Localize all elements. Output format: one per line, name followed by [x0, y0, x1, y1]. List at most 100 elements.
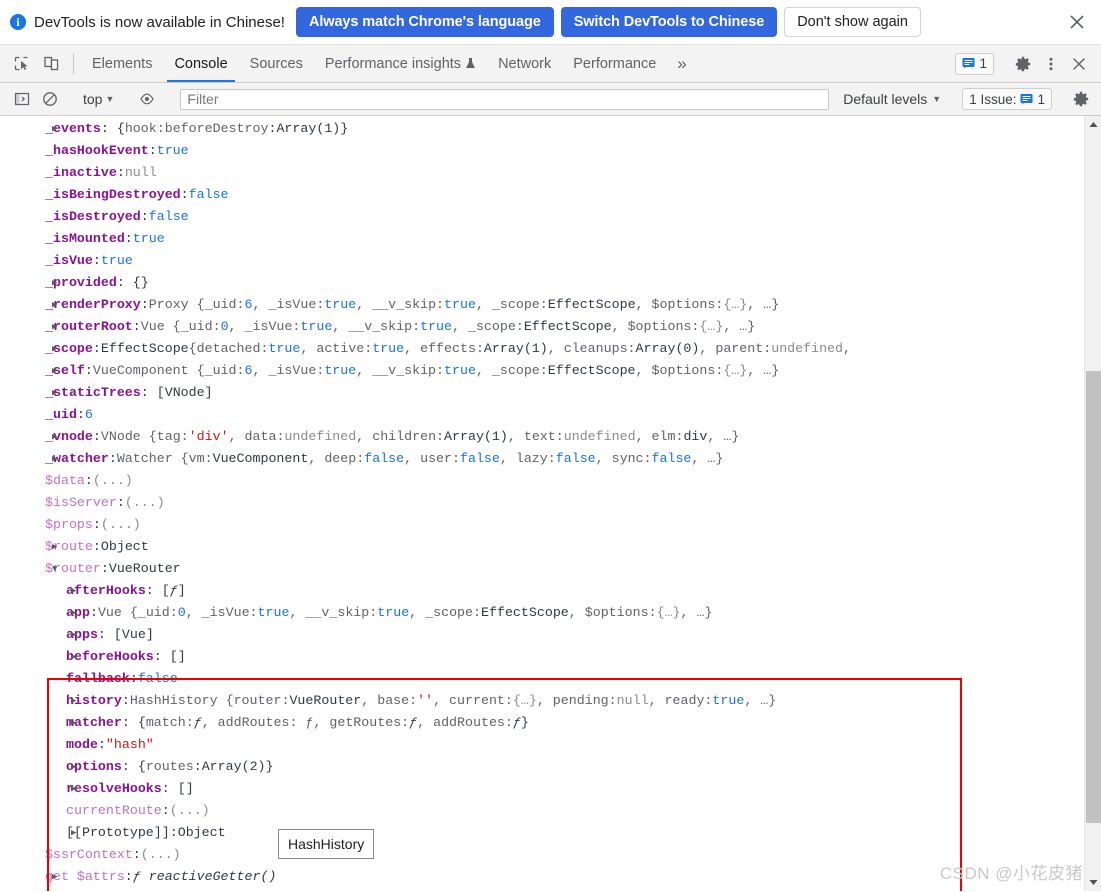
expand-triangle-right-icon[interactable]: ▶	[71, 602, 81, 624]
always-match-language-button[interactable]: Always match Chrome's language	[295, 7, 554, 37]
property-row[interactable]: currentRoute: (...)	[0, 800, 1083, 822]
expand-triangle-right-icon[interactable]: ▶	[71, 712, 81, 734]
execution-context-selector[interactable]: top ▼	[79, 91, 118, 107]
property-row[interactable]: ▶ _staticTrees: [VNode]	[0, 382, 1083, 404]
property-row[interactable]: _hasHookEvent: true	[0, 140, 1083, 162]
property-row[interactable]: ▶ _routerRoot: Vue {_uid: 0, _isVue: true…	[0, 316, 1083, 338]
close-devtools-icon[interactable]	[1065, 50, 1093, 78]
property-row[interactable]: ▶ afterHooks: [ƒ]	[0, 580, 1083, 602]
scrollbar-thumb[interactable]	[1086, 371, 1101, 823]
tab-console[interactable]: Console	[163, 45, 238, 82]
property-row[interactable]: ▶ history: HashHistory {router: VueRouter…	[0, 690, 1083, 712]
expand-triangle-right-icon[interactable]: ▶	[71, 646, 81, 668]
property-row[interactable]: ▶ beforeHooks: []	[0, 646, 1083, 668]
property-row[interactable]: ▶ _events: {hook:beforeDestroy: Array(1)}	[0, 118, 1083, 140]
tab-sources[interactable]: Sources	[239, 45, 314, 82]
property-row[interactable]: mode: "hash"	[0, 734, 1083, 756]
property-row[interactable]: $isServer: (...)	[0, 492, 1083, 514]
expand-triangle-right-icon[interactable]: ▶	[52, 866, 62, 888]
console-sidebar-icon[interactable]	[8, 85, 36, 113]
property-row[interactable]: $props: (...)	[0, 514, 1083, 536]
issues-counter-button[interactable]: 1	[955, 52, 994, 75]
expand-triangle-right-icon[interactable]: ▶	[52, 536, 62, 558]
property-row[interactable]: ▶ _vnode: VNode {tag: 'div', data: undefi…	[0, 426, 1083, 448]
property-row[interactable]: _isDestroyed: false	[0, 206, 1083, 228]
tab-label: Network	[498, 55, 552, 72]
expand-triangle-right-icon[interactable]: ▶	[52, 338, 62, 360]
expand-triangle-right-icon[interactable]: ▶	[52, 448, 62, 470]
expand-triangle-right-icon[interactable]: ▶	[52, 294, 62, 316]
switch-devtools-language-button[interactable]: Switch DevTools to Chinese	[560, 7, 778, 37]
expand-triangle-right-icon[interactable]: ▶	[71, 690, 81, 712]
expand-triangle-right-icon[interactable]: ▶	[52, 272, 62, 294]
property-row[interactable]: ▶ get $attrs: ƒ reactiveGetter()	[0, 866, 1083, 888]
console-scrollbar[interactable]	[1084, 116, 1101, 891]
console-settings-gear-icon[interactable]	[1067, 85, 1095, 113]
expand-triangle-right-icon[interactable]: ▶	[71, 756, 81, 778]
expand-triangle-right-icon[interactable]: ▶	[71, 822, 81, 844]
property-row[interactable]: _isVue: true	[0, 250, 1083, 272]
property-row[interactable]: ▶ _renderProxy: Proxy {_uid: 6, _isVue: t…	[0, 294, 1083, 316]
property-row[interactable]: ▶ apps: [Vue]	[0, 624, 1083, 646]
property-value-segment: Array(2)	[201, 759, 266, 774]
property-value-segment: :	[132, 847, 141, 862]
property-row[interactable]: $ssrContext: (...)	[0, 844, 1083, 866]
property-value-segment: div	[683, 429, 708, 444]
expand-triangle-right-icon[interactable]: ▶	[71, 778, 81, 800]
property-value-segment: true	[444, 363, 476, 378]
toolbar-divider	[73, 53, 74, 74]
property-value-segment: true	[268, 341, 301, 356]
expand-triangle-right-icon[interactable]: ▶	[71, 580, 81, 602]
property-row[interactable]: ▶ [[Prototype]]: Object	[0, 822, 1083, 844]
expand-triangle-right-icon[interactable]: ▶	[52, 316, 62, 338]
property-value-segment: : {	[100, 121, 125, 136]
property-row[interactable]: ▶ resolveHooks: []	[0, 778, 1083, 800]
execution-context-label: top	[83, 91, 103, 107]
property-row[interactable]: ▶ app: Vue {_uid: 0, _isVue: true, __v_sk…	[0, 602, 1083, 624]
expand-triangle-down-icon[interactable]: ▼	[52, 558, 62, 580]
tab-network[interactable]: Network	[487, 45, 562, 82]
property-value-segment: ,	[843, 341, 852, 356]
property-row[interactable]: ▶ _provided: {}	[0, 272, 1083, 294]
gear-icon[interactable]	[1009, 50, 1037, 78]
inspect-element-icon[interactable]	[6, 45, 36, 82]
tab-performance[interactable]: Performance	[562, 45, 667, 82]
expand-triangle-right-icon[interactable]: ▶	[52, 118, 62, 140]
property-row[interactable]: ▶ $route: Object	[0, 536, 1083, 558]
tab-performance-insights[interactable]: Performance insights	[314, 45, 487, 82]
property-row[interactable]: _isMounted: true	[0, 228, 1083, 250]
property-row[interactable]: ▼ $router: VueRouter	[0, 558, 1083, 580]
more-tabs-button[interactable]: »	[667, 45, 696, 82]
property-row[interactable]: ▶ _scope: EffectScope {detached: true, ac…	[0, 338, 1083, 360]
live-expression-icon[interactable]	[133, 85, 161, 113]
kebab-menu-icon[interactable]	[1037, 50, 1065, 78]
property-row[interactable]: ▶ options: {routes: Array(2)}	[0, 756, 1083, 778]
property-value-segment: EffectScope	[523, 319, 612, 334]
property-value-segment: false	[459, 451, 500, 466]
property-value-segment: , _scope:	[409, 605, 481, 620]
property-row[interactable]: ▶ _watcher: Watcher {vm: VueComponent, de…	[0, 448, 1083, 470]
property-row[interactable]: ▶ matcher: {match: ƒ, addRoutes: ƒ, getRo…	[0, 712, 1083, 734]
console-output[interactable]: ▶ _events: {hook:beforeDestroy: Array(1)}…	[0, 116, 1101, 891]
property-row[interactable]: _isBeingDestroyed: false	[0, 184, 1083, 206]
filter-input[interactable]	[180, 88, 830, 110]
scroll-up-arrow[interactable]	[1085, 116, 1101, 133]
clear-console-icon[interactable]	[36, 85, 64, 113]
tab-elements[interactable]: Elements	[81, 45, 163, 82]
property-row[interactable]: ▶ _self: VueComponent {_uid: 6, _isVue: t…	[0, 360, 1083, 382]
scroll-down-arrow[interactable]	[1085, 874, 1101, 891]
issues-chip-button[interactable]: 1 Issue: 1	[962, 88, 1052, 110]
expand-triangle-right-icon[interactable]: ▶	[52, 382, 62, 404]
expand-triangle-right-icon[interactable]: ▶	[71, 624, 81, 646]
property-row[interactable]: _inactive: null	[0, 162, 1083, 184]
expand-triangle-right-icon[interactable]: ▶	[52, 360, 62, 382]
property-row[interactable]: $data: (...)	[0, 470, 1083, 492]
log-levels-selector[interactable]: Default levels ▼	[837, 91, 947, 107]
property-value-segment: 6	[244, 363, 253, 378]
close-icon[interactable]	[1067, 12, 1087, 32]
property-row[interactable]: fallback: false	[0, 668, 1083, 690]
property-row[interactable]: _uid: 6	[0, 404, 1083, 426]
expand-triangle-right-icon[interactable]: ▶	[52, 426, 62, 448]
device-toolbar-icon[interactable]	[36, 45, 66, 82]
dont-show-again-button[interactable]: Don't show again	[784, 7, 921, 37]
